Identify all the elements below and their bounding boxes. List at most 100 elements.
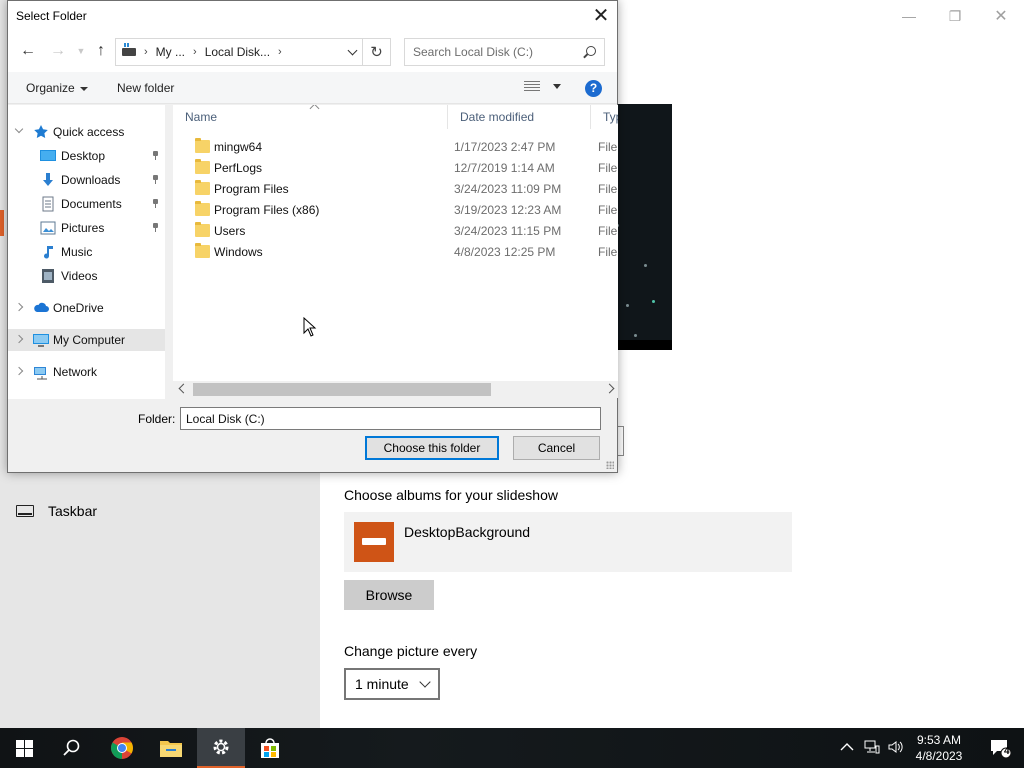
folder-icon <box>195 159 210 174</box>
organize-label: Organize <box>26 81 75 95</box>
pin-icon[interactable] <box>152 199 159 208</box>
address-dropdown-icon[interactable] <box>347 45 358 56</box>
file-name: Windows <box>214 245 263 259</box>
scrollbar-thumb[interactable] <box>193 383 491 396</box>
horizontal-scrollbar[interactable] <box>173 381 618 398</box>
resize-grip-icon[interactable] <box>606 461 614 469</box>
notification-count-badge: 4 <box>1004 746 1010 757</box>
search-icon[interactable] <box>586 46 596 56</box>
pictures-icon <box>40 220 56 236</box>
tree-item-label: Quick access <box>53 125 125 139</box>
tree-item-label: Desktop <box>61 149 106 163</box>
forward-arrow-icon[interactable]: → <box>48 40 68 62</box>
sort-ascending-icon <box>311 105 319 111</box>
show-hidden-icons-chevron-icon[interactable] <box>840 741 856 755</box>
tree-item-label: Network <box>53 365 98 379</box>
system-tray <box>838 728 904 768</box>
new-folder-button[interactable]: New folder <box>117 81 174 95</box>
breadcrumb-my-computer[interactable]: My ... <box>156 45 185 59</box>
pin-icon[interactable] <box>152 175 159 184</box>
back-arrow-icon[interactable]: ← <box>18 40 38 62</box>
file-date: 12/7/2019 1:14 AM <box>454 161 555 175</box>
view-options-button[interactable] <box>524 81 561 92</box>
tree-item-my-computer[interactable]: My Computer <box>8 329 165 351</box>
windows-start-icon[interactable] <box>0 728 48 768</box>
organize-button[interactable]: Organize <box>26 81 88 95</box>
tree-item-onedrive[interactable]: OneDrive <box>8 297 165 319</box>
file-explorer-icon[interactable] <box>147 728 195 768</box>
chevron-down-icon <box>419 676 431 688</box>
up-arrow-icon[interactable]: ↑ <box>91 40 111 62</box>
nav-item-taskbar-label: Taskbar <box>48 503 98 519</box>
pin-icon[interactable] <box>152 151 159 160</box>
browse-button[interactable]: Browse <box>344 580 434 610</box>
file-date: 3/24/2023 11:09 PM <box>454 182 562 196</box>
tree-item-label: Music <box>61 245 93 259</box>
album-name: DesktopBackground <box>404 524 531 540</box>
store-icon[interactable] <box>246 728 294 768</box>
file-date: 4/8/2023 12:25 PM <box>454 245 556 259</box>
file-name: Program Files (x86) <box>214 203 320 217</box>
tree-item-documents[interactable]: Documents <box>8 193 165 215</box>
search-box[interactable] <box>404 38 605 66</box>
dialog-titlebar[interactable]: Select Folder ✕ <box>8 1 617 32</box>
expand-chevron-icon[interactable] <box>14 366 24 376</box>
settings-gear-icon[interactable] <box>197 728 245 768</box>
file-row[interactable]: mingw64 1/17/2023 2:47 PM File folder <box>173 136 618 157</box>
column-header-date[interactable]: Date modified <box>448 105 591 129</box>
expand-chevron-icon[interactable] <box>14 334 24 344</box>
breadcrumb-separator[interactable]: › <box>278 46 282 58</box>
scroll-left-icon[interactable] <box>178 383 189 394</box>
tree-item-desktop[interactable]: Desktop <box>8 145 165 167</box>
file-row[interactable]: Windows 4/8/2023 12:25 PM File folder <box>173 241 618 262</box>
breadcrumb-separator: › <box>193 46 197 58</box>
dialog-close-button[interactable]: ✕ <box>589 4 613 28</box>
chrome-icon[interactable] <box>98 728 146 768</box>
help-icon[interactable]: ? <box>585 80 602 97</box>
tree-item-videos[interactable]: Videos <box>8 265 165 287</box>
nav-item-taskbar[interactable]: Taskbar <box>16 503 97 519</box>
expand-chevron-icon[interactable] <box>14 124 24 134</box>
interval-dropdown[interactable]: 1 minute <box>344 668 440 700</box>
file-type: File folder <box>598 224 618 238</box>
videos-icon <box>40 268 56 284</box>
address-bar[interactable]: › My ... › Local Disk... › <box>115 38 363 66</box>
select-folder-dialog: Select Folder ✕ ← → ▼ ↑ › My ... › Local… <box>7 0 618 473</box>
breadcrumb-local-disk[interactable]: Local Disk... <box>205 45 270 59</box>
tree-item-quick-access[interactable]: Quick access <box>8 121 165 143</box>
tree-item-network[interactable]: Network <box>8 361 165 383</box>
folder-icon <box>195 180 210 195</box>
window-close-button[interactable]: ✕ <box>978 4 1024 28</box>
clock[interactable]: 9:53 AM 4/8/2023 <box>910 732 968 764</box>
drive-icon <box>122 43 136 56</box>
scroll-right-icon[interactable] <box>604 383 615 394</box>
cancel-button[interactable]: Cancel <box>513 436 600 460</box>
restore-button[interactable]: ❐ <box>932 4 978 28</box>
folder-icon <box>195 201 210 216</box>
file-row[interactable]: PerfLogs 12/7/2019 1:14 AM File folder <box>173 157 618 178</box>
interval-heading: Change picture every <box>344 643 478 659</box>
tree-item-downloads[interactable]: Downloads <box>8 169 165 191</box>
search-icon[interactable] <box>48 728 96 768</box>
folder-field[interactable] <box>180 407 601 430</box>
albums-heading: Choose albums for your slideshow <box>344 487 558 503</box>
expand-chevron-icon[interactable] <box>14 302 24 312</box>
file-row[interactable]: Users 3/24/2023 11:15 PM File folder <box>173 220 618 241</box>
tree-item-music[interactable]: Music <box>8 241 165 263</box>
network-icon <box>33 364 49 380</box>
volume-icon[interactable] <box>888 740 904 757</box>
file-row[interactable]: Program Files (x86) 3/19/2023 12:23 AM F… <box>173 199 618 220</box>
recent-dropdown-icon[interactable]: ▼ <box>71 40 91 62</box>
refresh-icon[interactable]: ↻ <box>363 38 391 66</box>
notifications-icon[interactable]: 4 <box>976 728 1024 768</box>
column-header-type[interactable]: Type <box>591 105 618 129</box>
minimize-button[interactable]: — <box>886 4 932 28</box>
album-item[interactable]: DesktopBackground <box>344 512 792 572</box>
pin-icon[interactable] <box>152 223 159 232</box>
choose-folder-button[interactable]: Choose this folder <box>365 436 499 460</box>
search-input[interactable] <box>405 39 580 65</box>
selected-nav-indicator <box>0 210 4 236</box>
file-row[interactable]: Program Files 3/24/2023 11:09 PM File fo… <box>173 178 618 199</box>
tree-item-pictures[interactable]: Pictures <box>8 217 165 239</box>
network-icon[interactable] <box>864 740 880 757</box>
